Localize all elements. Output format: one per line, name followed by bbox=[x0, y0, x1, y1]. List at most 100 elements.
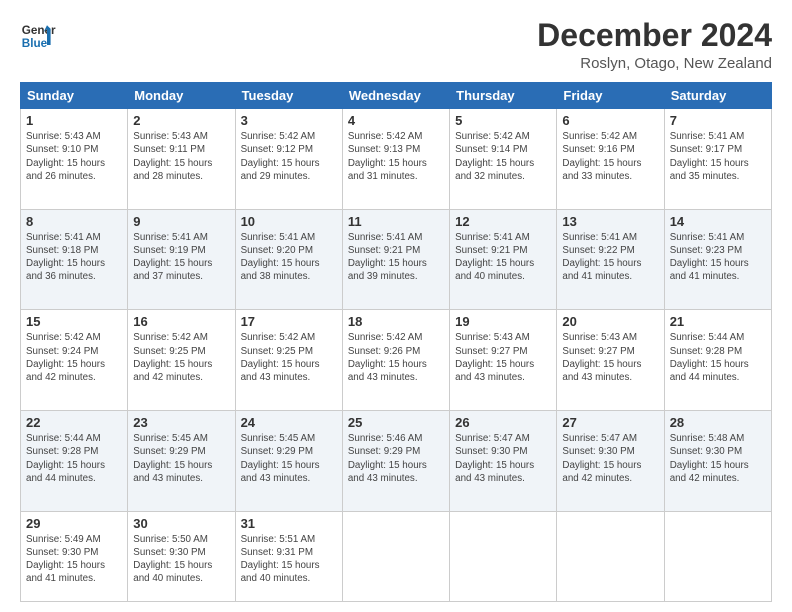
day-number: 29 bbox=[26, 516, 122, 531]
day-number: 25 bbox=[348, 415, 444, 430]
table-row: 7 Sunrise: 5:41 AM Sunset: 9:17 PM Daylig… bbox=[664, 109, 771, 210]
day-info: Sunrise: 5:41 AM Sunset: 9:20 PM Dayligh… bbox=[241, 231, 337, 284]
col-monday: Monday bbox=[128, 83, 235, 109]
table-row bbox=[557, 511, 664, 601]
day-info: Sunrise: 5:48 AM Sunset: 9:30 PM Dayligh… bbox=[670, 432, 766, 485]
logo-icon: General Blue bbox=[20, 18, 56, 54]
table-row: 27 Sunrise: 5:47 AM Sunset: 9:30 PM Dayli… bbox=[557, 411, 664, 512]
table-row: 30 Sunrise: 5:50 AM Sunset: 9:30 PM Dayli… bbox=[128, 511, 235, 601]
day-number: 30 bbox=[133, 516, 229, 531]
day-info: Sunrise: 5:45 AM Sunset: 9:29 PM Dayligh… bbox=[133, 432, 229, 485]
table-row: 24 Sunrise: 5:45 AM Sunset: 9:29 PM Dayli… bbox=[235, 411, 342, 512]
day-info: Sunrise: 5:42 AM Sunset: 9:12 PM Dayligh… bbox=[241, 130, 337, 183]
day-number: 5 bbox=[455, 113, 551, 128]
day-number: 28 bbox=[670, 415, 766, 430]
col-wednesday: Wednesday bbox=[342, 83, 449, 109]
table-row: 31 Sunrise: 5:51 AM Sunset: 9:31 PM Dayli… bbox=[235, 511, 342, 601]
day-number: 12 bbox=[455, 214, 551, 229]
table-row: 29 Sunrise: 5:49 AM Sunset: 9:30 PM Dayli… bbox=[21, 511, 128, 601]
day-info: Sunrise: 5:47 AM Sunset: 9:30 PM Dayligh… bbox=[455, 432, 551, 485]
day-info: Sunrise: 5:43 AM Sunset: 9:27 PM Dayligh… bbox=[562, 331, 658, 384]
day-number: 18 bbox=[348, 314, 444, 329]
day-number: 15 bbox=[26, 314, 122, 329]
day-number: 1 bbox=[26, 113, 122, 128]
col-sunday: Sunday bbox=[21, 83, 128, 109]
day-number: 24 bbox=[241, 415, 337, 430]
table-row: 28 Sunrise: 5:48 AM Sunset: 9:30 PM Dayli… bbox=[664, 411, 771, 512]
table-row: 26Sunrise: 5:47 AM Sunset: 9:30 PM Dayli… bbox=[450, 411, 557, 512]
table-row: 4 Sunrise: 5:42 AM Sunset: 9:13 PM Daylig… bbox=[342, 109, 449, 210]
day-number: 20 bbox=[562, 314, 658, 329]
day-number: 21 bbox=[670, 314, 766, 329]
table-row: 9 Sunrise: 5:41 AM Sunset: 9:19 PM Daylig… bbox=[128, 209, 235, 310]
table-row: 20 Sunrise: 5:43 AM Sunset: 9:27 PM Dayli… bbox=[557, 310, 664, 411]
day-number: 14 bbox=[670, 214, 766, 229]
title-block: December 2024 Roslyn, Otago, New Zealand bbox=[537, 18, 772, 72]
day-number: 23 bbox=[133, 415, 229, 430]
header: General Blue December 2024 Roslyn, Otago… bbox=[20, 18, 772, 72]
table-row: 8 Sunrise: 5:41 AM Sunset: 9:18 PM Daylig… bbox=[21, 209, 128, 310]
day-info: Sunrise: 5:41 AM Sunset: 9:21 PM Dayligh… bbox=[455, 231, 551, 284]
table-row: 16 Sunrise: 5:42 AM Sunset: 9:25 PM Dayli… bbox=[128, 310, 235, 411]
day-number: 3 bbox=[241, 113, 337, 128]
svg-text:Blue: Blue bbox=[22, 37, 48, 50]
day-info: Sunrise: 5:49 AM Sunset: 9:30 PM Dayligh… bbox=[26, 533, 122, 586]
day-info: Sunrise: 5:42 AM Sunset: 9:24 PM Dayligh… bbox=[26, 331, 122, 384]
table-row bbox=[664, 511, 771, 601]
day-info: Sunrise: 5:41 AM Sunset: 9:23 PM Dayligh… bbox=[670, 231, 766, 284]
table-row: 15 Sunrise: 5:42 AM Sunset: 9:24 PM Dayli… bbox=[21, 310, 128, 411]
day-number: 9 bbox=[133, 214, 229, 229]
table-row bbox=[342, 511, 449, 601]
day-info: Sunrise: 5:41 AM Sunset: 9:19 PM Dayligh… bbox=[133, 231, 229, 284]
day-info: Sunrise: 5:42 AM Sunset: 9:14 PM Dayligh… bbox=[455, 130, 551, 183]
day-number: 7 bbox=[670, 113, 766, 128]
day-number: 31 bbox=[241, 516, 337, 531]
col-friday: Friday bbox=[557, 83, 664, 109]
table-row: 12 Sunrise: 5:41 AM Sunset: 9:21 PM Dayli… bbox=[450, 209, 557, 310]
day-info: Sunrise: 5:47 AM Sunset: 9:30 PM Dayligh… bbox=[562, 432, 658, 485]
table-row: 19 Sunrise: 5:43 AM Sunset: 9:27 PM Dayli… bbox=[450, 310, 557, 411]
day-info: Sunrise: 5:45 AM Sunset: 9:29 PM Dayligh… bbox=[241, 432, 337, 485]
day-number: 17 bbox=[241, 314, 337, 329]
table-row: 25Sunrise: 5:46 AM Sunset: 9:29 PM Dayli… bbox=[342, 411, 449, 512]
day-number: 8 bbox=[26, 214, 122, 229]
day-number: 19 bbox=[455, 314, 551, 329]
col-thursday: Thursday bbox=[450, 83, 557, 109]
calendar-table: Sunday Monday Tuesday Wednesday Thursday… bbox=[20, 82, 772, 602]
day-number: 13 bbox=[562, 214, 658, 229]
table-row: 6Sunrise: 5:42 AM Sunset: 9:16 PM Daylig… bbox=[557, 109, 664, 210]
day-info: Sunrise: 5:41 AM Sunset: 9:18 PM Dayligh… bbox=[26, 231, 122, 284]
day-info: Sunrise: 5:43 AM Sunset: 9:10 PM Dayligh… bbox=[26, 130, 122, 183]
svg-text:General: General bbox=[22, 24, 56, 37]
table-row: 2Sunrise: 5:43 AM Sunset: 9:11 PM Daylig… bbox=[128, 109, 235, 210]
calendar-header-row: Sunday Monday Tuesday Wednesday Thursday… bbox=[21, 83, 772, 109]
table-row: 14 Sunrise: 5:41 AM Sunset: 9:23 PM Dayli… bbox=[664, 209, 771, 310]
subtitle: Roslyn, Otago, New Zealand bbox=[537, 55, 772, 72]
table-row: 21 Sunrise: 5:44 AM Sunset: 9:28 PM Dayli… bbox=[664, 310, 771, 411]
day-info: Sunrise: 5:42 AM Sunset: 9:25 PM Dayligh… bbox=[133, 331, 229, 384]
day-number: 16 bbox=[133, 314, 229, 329]
day-info: Sunrise: 5:43 AM Sunset: 9:27 PM Dayligh… bbox=[455, 331, 551, 384]
table-row: 22Sunrise: 5:44 AM Sunset: 9:28 PM Dayli… bbox=[21, 411, 128, 512]
table-row: 13 Sunrise: 5:41 AM Sunset: 9:22 PM Dayli… bbox=[557, 209, 664, 310]
day-info: Sunrise: 5:41 AM Sunset: 9:17 PM Dayligh… bbox=[670, 130, 766, 183]
table-row: 18 Sunrise: 5:42 AM Sunset: 9:26 PM Dayli… bbox=[342, 310, 449, 411]
day-number: 22 bbox=[26, 415, 122, 430]
day-info: Sunrise: 5:42 AM Sunset: 9:13 PM Dayligh… bbox=[348, 130, 444, 183]
table-row: 10Sunrise: 5:41 AM Sunset: 9:20 PM Dayli… bbox=[235, 209, 342, 310]
day-info: Sunrise: 5:42 AM Sunset: 9:26 PM Dayligh… bbox=[348, 331, 444, 384]
day-info: Sunrise: 5:51 AM Sunset: 9:31 PM Dayligh… bbox=[241, 533, 337, 586]
day-number: 4 bbox=[348, 113, 444, 128]
day-number: 27 bbox=[562, 415, 658, 430]
day-info: Sunrise: 5:41 AM Sunset: 9:21 PM Dayligh… bbox=[348, 231, 444, 284]
day-info: Sunrise: 5:42 AM Sunset: 9:25 PM Dayligh… bbox=[241, 331, 337, 384]
day-info: Sunrise: 5:41 AM Sunset: 9:22 PM Dayligh… bbox=[562, 231, 658, 284]
day-info: Sunrise: 5:44 AM Sunset: 9:28 PM Dayligh… bbox=[670, 331, 766, 384]
table-row: 1 Sunrise: 5:43 AM Sunset: 9:10 PM Daylig… bbox=[21, 109, 128, 210]
table-row: 17 Sunrise: 5:42 AM Sunset: 9:25 PM Dayli… bbox=[235, 310, 342, 411]
day-info: Sunrise: 5:42 AM Sunset: 9:16 PM Dayligh… bbox=[562, 130, 658, 183]
main-title: December 2024 bbox=[537, 18, 772, 53]
page: General Blue December 2024 Roslyn, Otago… bbox=[0, 0, 792, 612]
day-info: Sunrise: 5:50 AM Sunset: 9:30 PM Dayligh… bbox=[133, 533, 229, 586]
table-row: 11Sunrise: 5:41 AM Sunset: 9:21 PM Dayli… bbox=[342, 209, 449, 310]
